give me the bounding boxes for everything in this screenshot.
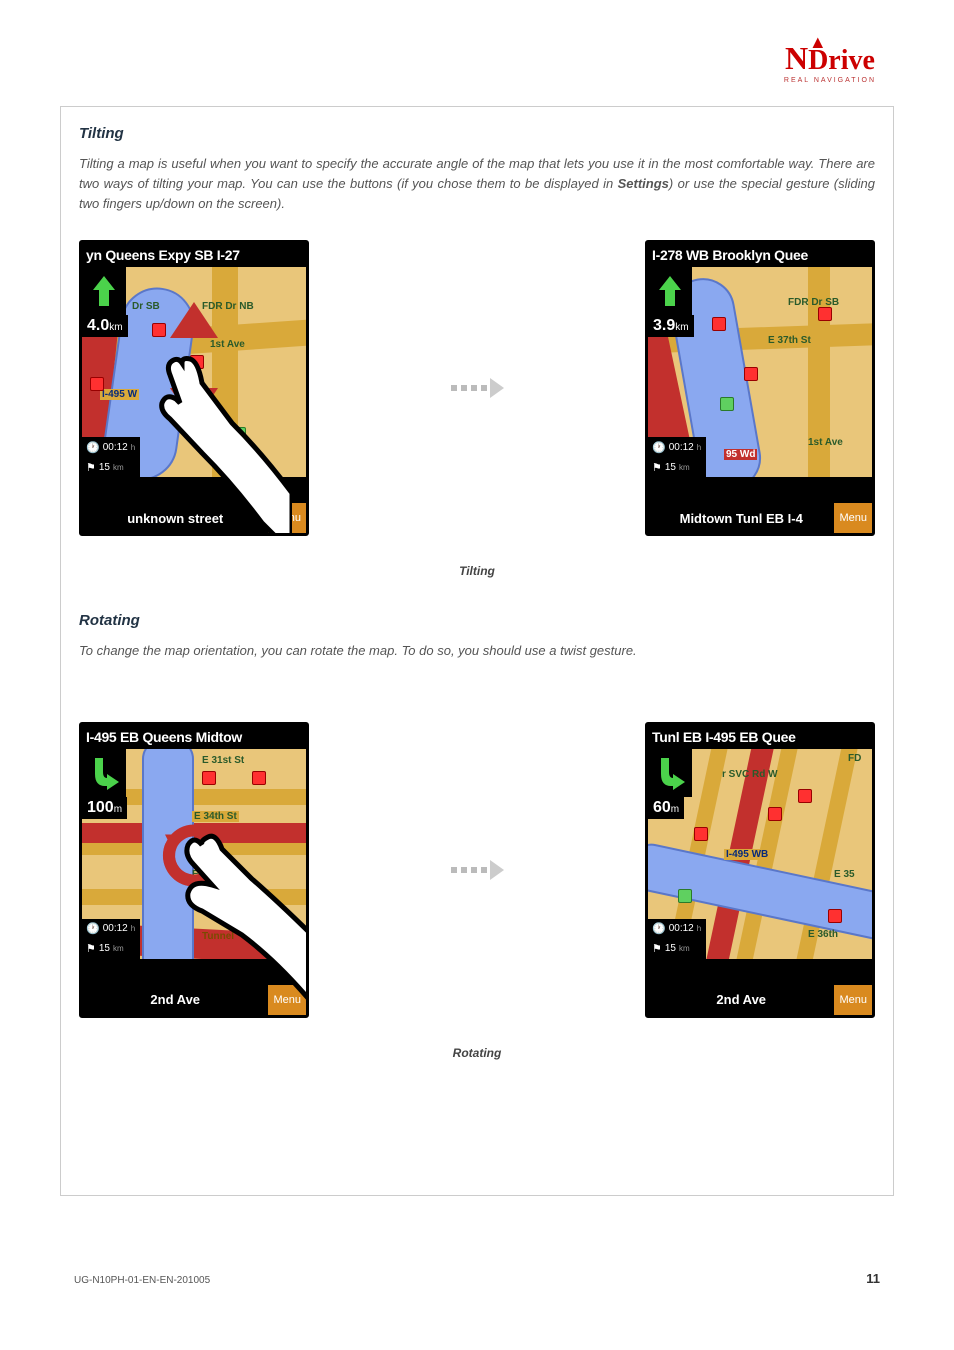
topbar: yn Queens Expy SB I-27 (82, 243, 306, 267)
dist-val: 3.9 (653, 317, 675, 334)
clock-icon: 🕐 (86, 922, 100, 935)
tilting-screenshot-left: yn Queens Expy SB I-27 Dr SB FDR Dr NB 1… (79, 240, 309, 536)
dist-val: 4.0 (87, 317, 109, 334)
dist-unit: m (671, 804, 679, 815)
road-label: E 36th (808, 929, 838, 940)
time-val: 00:12 (103, 442, 128, 453)
rem-unit: km (679, 944, 690, 953)
rem-unit: km (113, 944, 124, 953)
topbar: I-495 EB Queens Midtow (82, 725, 306, 749)
rem-val: 15 (99, 943, 110, 954)
transition-arrow-icon (417, 378, 537, 398)
distance-box: 4.0km (82, 315, 128, 337)
tilting-figure-row: yn Queens Expy SB I-27 Dr SB FDR Dr NB 1… (79, 240, 875, 536)
heading-tilting: Tilting (79, 125, 875, 142)
dist-unit: km (109, 322, 122, 333)
stats: 🕐00:12h ⚑15km (82, 919, 140, 959)
dist-unit: km (675, 322, 688, 333)
road-label: 1st Ave (808, 437, 843, 448)
page-footer: UG-N10PH-01-EN-EN-201005 11 (74, 1271, 880, 1286)
street-name: Midtown Tunl EB I-4 (648, 511, 834, 526)
bottom-bar: 2nd Ave Menu (648, 985, 872, 1015)
flag-icon: ⚑ (86, 942, 96, 955)
tilt-arrows-icon (159, 302, 229, 442)
content-frame: Tilting Tilting a map is useful when you… (60, 106, 894, 1196)
time-unit: h (131, 443, 135, 452)
stats: 🕐00:12h ⚑15km (82, 437, 140, 477)
rotating-screenshot-right: Tunl EB I-495 EB Quee r SVC Rd W I-495 W… (645, 722, 875, 1018)
rotating-paragraph: To change the map orientation, you can r… (79, 641, 875, 661)
road-label: FD (848, 753, 861, 764)
street-name: 2nd Ave (648, 992, 834, 1007)
road-label: I-495 WB (724, 849, 770, 860)
transition-arrow-icon (417, 860, 537, 880)
rem-val: 15 (665, 943, 676, 954)
dist-unit: m (114, 804, 122, 815)
distance-box: 3.9km (648, 315, 694, 337)
menu-button[interactable]: Menu (268, 503, 306, 533)
clock-icon: 🕐 (86, 441, 100, 454)
distance-box: 100m (82, 797, 127, 819)
topbar: Tunl EB I-495 EB Quee (648, 725, 872, 749)
dist-val: 60 (653, 799, 671, 816)
clock-icon: 🕐 (652, 441, 666, 454)
menu-button[interactable]: Menu (268, 985, 306, 1015)
rotating-figure-row: I-495 EB Queens Midtow E 31st St E 34th … (79, 722, 875, 1018)
street-name: unknown street (82, 511, 268, 526)
flag-icon: ⚑ (86, 461, 96, 474)
logo-n: N (785, 40, 808, 76)
road-label: E 37th St (768, 335, 811, 346)
topbar: I-278 WB Brooklyn Quee (648, 243, 872, 267)
road-label: E 31st St (202, 755, 244, 766)
tilting-caption: Tilting (79, 564, 875, 578)
tilting-paragraph: Tilting a map is useful when you want to… (79, 154, 875, 214)
road-label: 95 Wd (724, 449, 757, 460)
rotate-arrows-icon (159, 820, 229, 895)
turn-icon (82, 749, 126, 797)
road-label: E 35 (834, 869, 855, 880)
heading-rotating: Rotating (79, 612, 875, 629)
time-val: 00:12 (669, 442, 694, 453)
bottom-bar: 2nd Ave Menu (82, 985, 306, 1015)
menu-button[interactable]: Menu (834, 985, 872, 1015)
road-label: Tunnel (202, 931, 234, 942)
rotating-caption: Rotating (79, 1046, 875, 1060)
rem-val: 15 (665, 462, 676, 473)
road-label: Dr SB (132, 301, 160, 312)
flag-icon: ⚑ (652, 461, 662, 474)
bottom-bar: Midtown Tunl EB I-4 Menu (648, 503, 872, 533)
turn-icon (648, 267, 692, 315)
distance-box: 60m (648, 797, 684, 819)
rotating-screenshot-left: I-495 EB Queens Midtow E 31st St E 34th … (79, 722, 309, 1018)
clock-icon: 🕐 (652, 922, 666, 935)
turn-icon (648, 749, 692, 797)
time-unit: h (131, 924, 135, 933)
logo-tag: REAL NAVIGATION (784, 77, 876, 84)
dist-val: 100 (87, 799, 114, 816)
turn-icon (82, 267, 126, 315)
time-unit: h (697, 924, 701, 933)
flag-icon: ⚑ (652, 942, 662, 955)
menu-button[interactable]: Menu (834, 503, 872, 533)
time-val: 00:12 (103, 923, 128, 934)
doc-id: UG-N10PH-01-EN-EN-201005 (74, 1275, 210, 1286)
tilting-text-bold: Settings (618, 176, 669, 191)
stats: 🕐00:12h ⚑15km (648, 919, 706, 959)
rem-val: 15 (99, 462, 110, 473)
road-label: I-495 W (100, 389, 139, 400)
rem-unit: km (113, 463, 124, 472)
page-number: 11 (866, 1271, 880, 1286)
road-label: r SVC Rd W (722, 769, 778, 780)
street-name: 2nd Ave (82, 992, 268, 1007)
rem-unit: km (679, 463, 690, 472)
time-unit: h (697, 443, 701, 452)
bottom-bar: unknown street Menu (82, 503, 306, 533)
brand-logo: ▲NDrive REAL NAVIGATION (784, 42, 876, 84)
time-val: 00:12 (669, 923, 694, 934)
tilting-screenshot-right: I-278 WB Brooklyn Quee FDR Dr SB E 37th … (645, 240, 875, 536)
stats: 🕐00:12h ⚑15km (648, 437, 706, 477)
